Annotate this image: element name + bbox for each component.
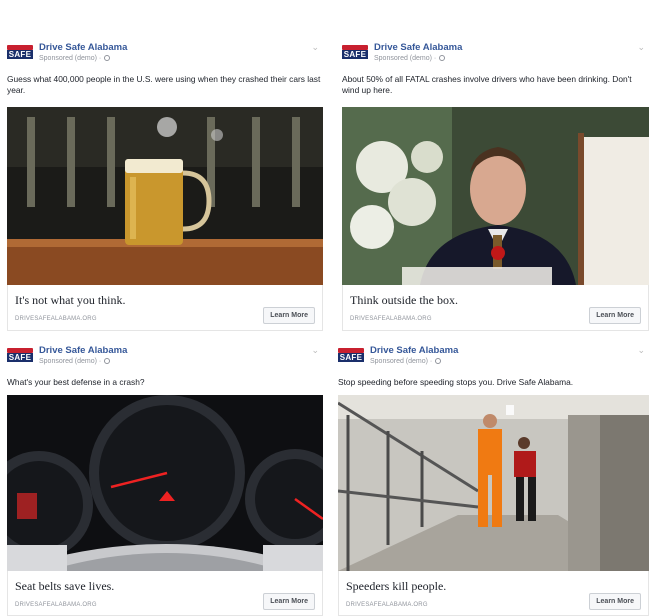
ad-image[interactable] [342,107,649,285]
ad-headline[interactable]: Speeders kill people. [346,579,446,594]
dashboard-image [7,395,323,571]
page-name-link[interactable]: Drive Safe Alabama [374,42,462,53]
ad-body-text: Stop speeding before speeding stops you.… [338,377,574,387]
ad-card: SAFE Drive Safe Alabama Sponsored (demo)… [338,343,649,616]
sponsored-label: Sponsored (demo) · [370,358,442,365]
ad-header: SAFE Drive Safe Alabama Sponsored (demo)… [342,40,649,72]
page-name-link[interactable]: Drive Safe Alabama [39,345,127,356]
sponsored-label: Sponsored (demo) · [374,55,446,62]
ad-footer: It's not what you think. DRIVESAFEALABAM… [7,285,323,331]
more-options-icon[interactable]: ⌄ [637,345,645,356]
ad-domain: DRIVESAFEALABAMA.ORG [15,316,97,322]
ad-domain: DRIVESAFEALABAMA.ORG [350,316,432,322]
learn-more-button[interactable]: Learn More [263,307,315,324]
ad-footer: Think outside the box. DRIVESAFEALABAMA.… [342,285,649,331]
globe-icon [104,358,111,364]
sponsored-label: Sponsored (demo) · [39,358,111,365]
ad-image[interactable] [338,395,649,571]
ad-card: SAFE Drive Safe Alabama Sponsored (demo)… [7,40,323,335]
ad-image[interactable] [7,107,323,285]
ad-headline[interactable]: Think outside the box. [350,293,458,308]
more-options-icon[interactable]: ⌄ [311,42,319,53]
ad-headline[interactable]: Seat belts save lives. [15,579,114,594]
ad-domain: DRIVESAFEALABAMA.ORG [15,602,97,608]
prison-hallway-image [338,395,649,571]
learn-more-button[interactable]: Learn More [589,307,641,324]
ad-footer: Seat belts save lives. DRIVESAFEALABAMA.… [7,571,323,616]
learn-more-button[interactable]: Learn More [263,593,315,610]
page-name-link[interactable]: Drive Safe Alabama [39,42,127,53]
more-options-icon[interactable]: ⌄ [311,345,319,356]
globe-icon [435,358,442,364]
page-logo[interactable]: SAFE [7,348,33,362]
page-logo[interactable]: SAFE [7,45,33,59]
ad-header: SAFE Drive Safe Alabama Sponsored (demo)… [7,343,323,375]
page-name-link[interactable]: Drive Safe Alabama [370,345,458,356]
ad-footer: Speeders kill people. DRIVESAFEALABAMA.O… [338,571,649,616]
ad-body-text: What's your best defense in a crash? [7,377,145,387]
globe-icon [439,55,446,61]
page-logo[interactable]: SAFE [338,348,364,362]
ad-header: SAFE Drive Safe Alabama Sponsored (demo)… [338,343,649,375]
page-logo[interactable]: SAFE [342,45,368,59]
ad-body-text: Guess what 400,000 people in the U.S. we… [7,74,321,95]
beer-mug-image [7,107,323,285]
more-options-icon[interactable]: ⌄ [637,42,645,53]
sponsored-label: Sponsored (demo) · [39,55,111,62]
ad-domain: DRIVESAFEALABAMA.ORG [346,602,428,608]
ad-card: SAFE Drive Safe Alabama Sponsored (demo)… [342,40,649,335]
funeral-man-image [342,107,649,285]
ad-image[interactable] [7,395,323,571]
learn-more-button[interactable]: Learn More [589,593,641,610]
ad-card: SAFE Drive Safe Alabama Sponsored (demo)… [7,343,323,616]
ad-body-text: About 50% of all FATAL crashes involve d… [342,74,632,95]
globe-icon [104,55,111,61]
ad-headline[interactable]: It's not what you think. [15,293,126,308]
ad-header: SAFE Drive Safe Alabama Sponsored (demo)… [7,40,323,72]
